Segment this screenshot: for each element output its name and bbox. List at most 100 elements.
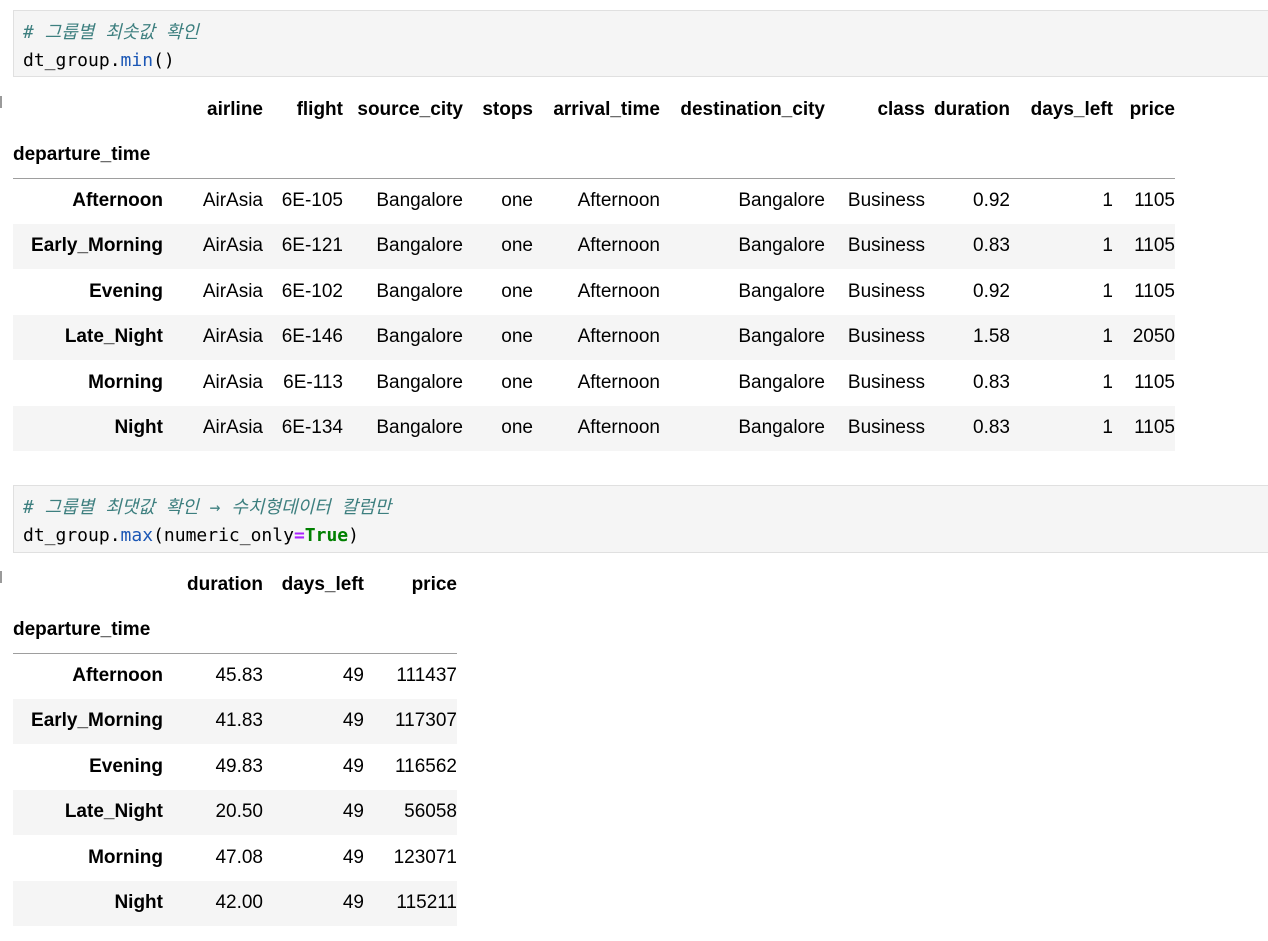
code-function: max	[120, 525, 154, 546]
table-cell: one	[501, 371, 533, 393]
table-cell: one	[501, 190, 533, 211]
table-row: Early_Morning AirAsia 6E-121 Bangalore o…	[13, 223, 1175, 269]
row-index: Night	[114, 417, 163, 439]
table-cell: 1105	[1134, 371, 1175, 393]
table-row: Afternoon 45.83 49 111437	[13, 653, 457, 699]
table-cell: 0.92	[973, 280, 1010, 302]
table-cell: Business	[847, 371, 925, 393]
table-cell: 6E-146	[281, 326, 343, 348]
code-line: dt_group.max(numeric_only=True)	[23, 522, 1268, 550]
table-row: Evening AirAsia 6E-102 Bangalore one Aft…	[13, 269, 1175, 315]
table-cell: 0.92	[973, 190, 1010, 211]
row-index: Late_Night	[64, 326, 163, 348]
table-cell: 49	[342, 892, 364, 914]
row-index: Early_Morning	[31, 235, 163, 257]
table-cell: 49	[342, 755, 364, 777]
table-row: Night AirAsia 6E-134 Bangalore one After…	[13, 405, 1175, 451]
table-cell: AirAsia	[202, 371, 263, 393]
code-keyword: True	[304, 525, 349, 546]
row-index: Evening	[89, 280, 163, 302]
index-name: departure_time	[13, 143, 151, 165]
code-close-paren: )	[348, 525, 359, 546]
table-row: Afternoon AirAsia 6E-105 Bangalore one A…	[13, 178, 1175, 224]
row-index: Morning	[88, 846, 163, 868]
table-cell: 49	[342, 846, 364, 868]
code-args: ()	[153, 50, 175, 71]
table-cell: Afternoon	[577, 417, 660, 439]
table-cell: 49	[342, 801, 364, 823]
table-cell: Afternoon	[577, 235, 660, 257]
table-cell: 1.58	[973, 326, 1010, 348]
table-cell: Bangalore	[376, 280, 463, 302]
table-row: Morning 47.08 49 123071	[13, 835, 457, 881]
table-cell: 6E-105	[281, 190, 343, 211]
table-cell: 2050	[1132, 326, 1175, 348]
table-cell: 0.83	[973, 417, 1010, 439]
table-cell: 6E-134	[281, 417, 343, 439]
table-cell: one	[501, 235, 533, 257]
column-header: airline	[207, 98, 263, 120]
table-cell: Bangalore	[738, 235, 825, 257]
table-cell: Bangalore	[376, 326, 463, 348]
index-name-row: departure_time	[13, 132, 1175, 178]
table-cell: 1	[1102, 190, 1113, 211]
code-object: dt_group.	[23, 525, 121, 546]
table-cell: 56058	[404, 801, 457, 823]
code-comment: # 그룹별 최댓값 확인 → 수치형데이터 칼럼만	[23, 497, 392, 518]
table-cell: Bangalore	[376, 190, 463, 211]
table-cell: one	[501, 417, 533, 439]
table-cell: 49	[342, 710, 364, 732]
column-header: duration	[187, 573, 263, 595]
table-cell: Afternoon	[577, 371, 660, 393]
table-cell: Business	[847, 417, 925, 439]
table-cell: 47.08	[215, 846, 263, 868]
table-cell: AirAsia	[202, 417, 263, 439]
row-index: Afternoon	[72, 190, 163, 211]
column-header: flight	[296, 98, 343, 120]
table-cell: 1	[1102, 235, 1113, 257]
table-cell: 115211	[396, 892, 457, 914]
max-dataframe: duration days_left price departure_time …	[13, 562, 457, 926]
table-cell: 6E-113	[283, 371, 343, 393]
row-index: Early_Morning	[31, 710, 163, 732]
row-index: Night	[114, 892, 163, 914]
table-row: Early_Morning 41.83 49 117307	[13, 698, 457, 744]
table-cell: Afternoon	[577, 280, 660, 302]
table-cell: Bangalore	[376, 417, 463, 439]
table-cell: Afternoon	[577, 326, 660, 348]
table-cell: AirAsia	[202, 280, 263, 302]
code-cell-min[interactable]: # 그룹별 최솟값 확인 dt_group.min()	[13, 10, 1268, 77]
column-header-row: airline flight source_city stops arrival…	[13, 87, 1175, 132]
table-cell: Bangalore	[376, 235, 463, 257]
table-cell: 45.83	[215, 665, 263, 686]
column-header: destination_city	[680, 98, 825, 120]
table-cell: Bangalore	[738, 280, 825, 302]
table-cell: 1	[1102, 371, 1113, 393]
table-cell: 0.83	[973, 235, 1010, 257]
table-cell: Business	[847, 190, 925, 211]
table-cell: AirAsia	[202, 235, 263, 257]
corner-header	[13, 87, 183, 132]
table-cell: 42.00	[215, 892, 263, 914]
table-cell: AirAsia	[202, 190, 263, 211]
table-cell: 123071	[393, 846, 457, 868]
table-row: Late_Night 20.50 49 56058	[13, 789, 457, 835]
code-cell-max[interactable]: # 그룹별 최댓값 확인 → 수치형데이터 칼럼만 dt_group.max(n…	[13, 485, 1268, 553]
column-header: source_city	[357, 98, 463, 120]
table-cell: 111437	[396, 665, 457, 686]
table-cell: 1	[1102, 326, 1113, 348]
table-row: Night 42.00 49 115211	[13, 880, 457, 926]
column-header: price	[1129, 98, 1175, 120]
column-header: arrival_time	[553, 98, 660, 120]
row-index: Morning	[88, 371, 163, 393]
table-cell: Business	[847, 235, 925, 257]
column-header: duration	[934, 98, 1010, 120]
table-cell: Bangalore	[738, 371, 825, 393]
table-cell: Business	[847, 326, 925, 348]
corner-header	[13, 562, 183, 607]
index-name-row: departure_time	[13, 607, 457, 653]
table-cell: 20.50	[215, 801, 263, 823]
table-cell: Business	[847, 280, 925, 302]
code-line: dt_group.min()	[23, 47, 1268, 75]
table-cell: one	[501, 326, 533, 348]
